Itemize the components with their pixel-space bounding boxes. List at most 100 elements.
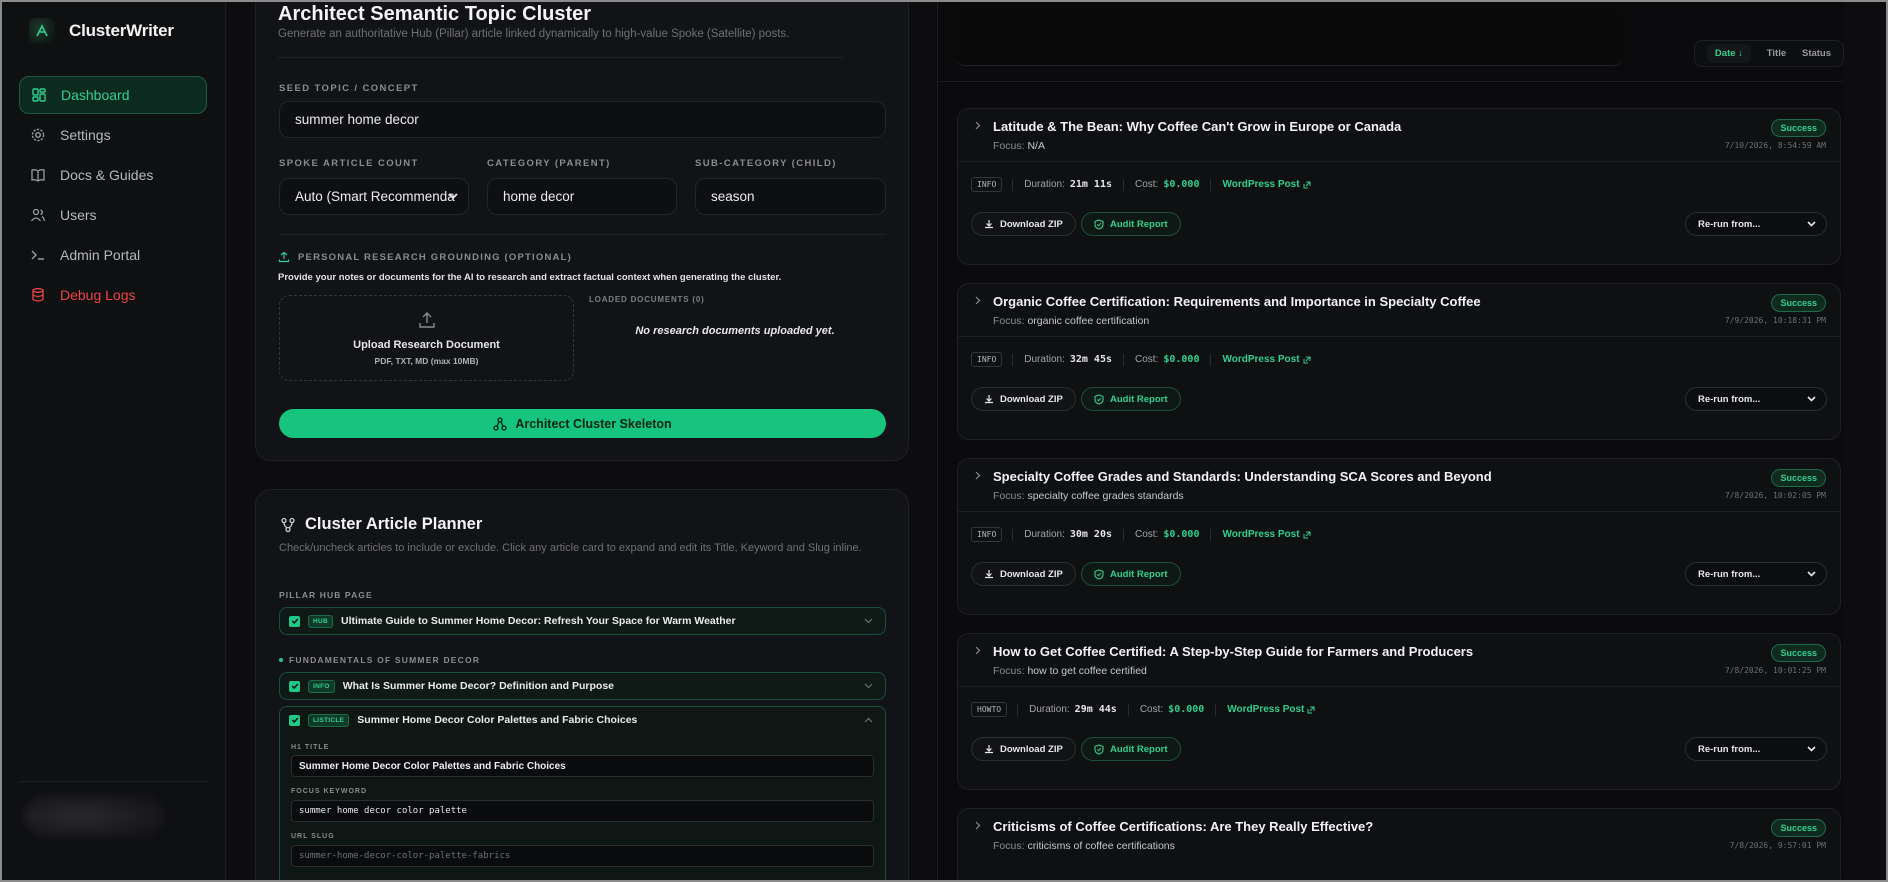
- book-icon: [31, 169, 45, 182]
- wordpress-link[interactable]: WordPress Post: [1222, 179, 1311, 190]
- article-type-tag: LISTICLE: [308, 713, 350, 727]
- pillar-article-row[interactable]: HUB Ultimate Guide to Summer Home Decor:…: [279, 607, 886, 635]
- brand[interactable]: ClusterWriter: [29, 18, 174, 44]
- timestamp: 7/8/2026, 10:02:05 PM: [1724, 491, 1826, 500]
- h1-title-input[interactable]: Summer Home Decor Color Palettes and Fab…: [291, 755, 874, 777]
- sidebar-item-debug[interactable]: Debug Logs: [19, 276, 207, 314]
- audit-report-label: Audit Report: [1110, 568, 1168, 580]
- timestamp: 7/10/2026, 8:54:59 AM: [1724, 141, 1826, 150]
- status-badge: Success: [1771, 469, 1826, 487]
- divider: [958, 161, 1840, 162]
- audit-report-label: Audit Report: [1110, 393, 1168, 405]
- download-icon: [985, 570, 993, 579]
- focus-value: specialty coffee grades standards: [1027, 490, 1184, 502]
- checkbox-checked[interactable]: [289, 714, 300, 726]
- sidebar-item-dashboard[interactable]: Dashboard: [19, 76, 207, 114]
- download-icon: [985, 220, 993, 229]
- external-link-icon: [1307, 706, 1315, 713]
- spoke-count-select[interactable]: Auto (Smart Recommenda: [279, 178, 469, 215]
- article-title: Summer Home Decor Color Palettes and Fab…: [357, 714, 638, 726]
- sidebar-item-docs[interactable]: Docs & Guides: [19, 156, 207, 194]
- wordpress-link-label: WordPress Post: [1222, 179, 1300, 190]
- chevron-right-icon[interactable]: [975, 646, 981, 655]
- terminal-icon: [31, 250, 44, 260]
- timestamp: 7/8/2026, 10:01:25 PM: [1724, 666, 1826, 675]
- chevron-right-icon[interactable]: [975, 471, 981, 480]
- rerun-select[interactable]: Re-run from...: [1685, 737, 1827, 761]
- audit-report-button[interactable]: Audit Report: [1081, 562, 1181, 586]
- status-badge: Success: [1771, 119, 1826, 137]
- history-card[interactable]: Organic Coffee Certification: Requiremen…: [957, 283, 1841, 440]
- rerun-label: Re-run from...: [1698, 568, 1761, 580]
- rerun-select[interactable]: Re-run from...: [1685, 387, 1827, 411]
- focus-keyword-input[interactable]: summer home decor color palette: [291, 800, 874, 822]
- audit-report-button[interactable]: Audit Report: [1081, 387, 1181, 411]
- chevron-down-icon: [864, 618, 873, 624]
- network-icon: [493, 416, 507, 431]
- duration-value: 30m 20s: [1069, 529, 1112, 540]
- architect-cluster-label: Architect Cluster Skeleton: [515, 416, 672, 431]
- download-zip-button[interactable]: Download ZIP: [971, 562, 1076, 586]
- history-card[interactable]: Latitude & The Bean: Why Coffee Can't Gr…: [957, 108, 1841, 265]
- focus-label: Focus:: [993, 490, 1025, 502]
- url-slug-label: URL SLUG: [291, 833, 335, 840]
- article-row[interactable]: INFO What Is Summer Home Decor? Definiti…: [279, 672, 886, 700]
- chevron-down-icon: [1807, 221, 1816, 227]
- upload-dropzone[interactable]: Upload Research Document PDF, TXT, MD (m…: [279, 295, 574, 381]
- architect-cluster-button[interactable]: Architect Cluster Skeleton: [279, 409, 886, 438]
- sort-status-button[interactable]: Status: [1802, 48, 1831, 59]
- duration-label: Duration:: [1024, 529, 1065, 540]
- history-card-title: Organic Coffee Certification: Requiremen…: [993, 294, 1481, 309]
- wordpress-link[interactable]: WordPress Post: [1227, 704, 1315, 715]
- sort-date-button[interactable]: Date ↓: [1706, 44, 1751, 63]
- category-input[interactable]: home decor: [487, 178, 677, 215]
- download-zip-button[interactable]: Download ZIP: [971, 212, 1076, 236]
- history-card-focus: Focus: how to get coffee certified: [993, 665, 1147, 677]
- sort-title-button[interactable]: Title: [1767, 48, 1786, 59]
- research-label: PERSONAL RESEARCH GROUNDING (OPTIONAL): [298, 251, 572, 263]
- sidebar-item-label: Docs & Guides: [60, 167, 154, 183]
- url-slug-input[interactable]: summer-home-decor-color-palette-fabrics: [291, 845, 874, 867]
- rerun-select[interactable]: Re-run from...: [1685, 562, 1827, 586]
- subcategory-input[interactable]: season: [695, 178, 886, 215]
- external-link-icon: [1303, 531, 1311, 538]
- type-pill: INFO: [971, 527, 1003, 542]
- status-badge: Success: [1771, 819, 1826, 837]
- user-profile-blurred[interactable]: [24, 794, 164, 838]
- audit-report-button[interactable]: Audit Report: [1081, 737, 1181, 761]
- download-zip-button[interactable]: Download ZIP: [971, 737, 1076, 761]
- wordpress-link-label: WordPress Post: [1222, 529, 1300, 540]
- history-card[interactable]: Specialty Coffee Grades and Standards: U…: [957, 458, 1841, 615]
- sidebar-item-users[interactable]: Users: [19, 196, 207, 234]
- chevron-right-icon[interactable]: [975, 821, 981, 830]
- checkbox-checked[interactable]: [289, 680, 300, 692]
- duration-label: Duration:: [1024, 354, 1065, 365]
- audit-report-button[interactable]: Audit Report: [1081, 212, 1181, 236]
- download-icon: [985, 395, 993, 404]
- history-card-focus: Focus: criticisms of coffee certificatio…: [993, 840, 1175, 852]
- research-description: Provide your notes or documents for the …: [278, 272, 782, 283]
- brand-name: ClusterWriter: [69, 21, 174, 40]
- divider: [940, 81, 1843, 82]
- article-row-header[interactable]: LISTICLE Summer Home Decor Color Palette…: [280, 707, 885, 733]
- download-zip-button[interactable]: Download ZIP: [971, 387, 1076, 411]
- no-documents-text: No research documents uploaded yet.: [635, 325, 835, 337]
- history-card[interactable]: How to Get Coffee Certified: A Step-by-S…: [957, 633, 1841, 790]
- divider: [958, 686, 1840, 687]
- seed-topic-input[interactable]: summer home decor: [279, 101, 886, 138]
- sidebar-item-admin[interactable]: Admin Portal: [19, 236, 207, 274]
- timestamp: 7/8/2026, 9:57:01 PM: [1729, 841, 1826, 850]
- wordpress-link[interactable]: WordPress Post: [1222, 354, 1311, 365]
- sidebar-item-settings[interactable]: Settings: [19, 116, 207, 154]
- h1-title-label: H1 TITLE: [291, 744, 330, 751]
- article-title: What Is Summer Home Decor? Definition an…: [342, 680, 615, 692]
- checkbox-checked[interactable]: [289, 615, 300, 627]
- wordpress-link[interactable]: WordPress Post: [1222, 529, 1311, 540]
- research-header: PERSONAL RESEARCH GROUNDING (OPTIONAL): [278, 251, 572, 263]
- chevron-right-icon[interactable]: [975, 296, 981, 305]
- rerun-select[interactable]: Re-run from...: [1685, 212, 1827, 236]
- history-search-bar[interactable]: [955, 8, 1623, 66]
- brand-logo-icon: [29, 18, 55, 44]
- chevron-right-icon[interactable]: [975, 121, 981, 130]
- history-card[interactable]: Criticisms of Coffee Certifications: Are…: [957, 808, 1841, 882]
